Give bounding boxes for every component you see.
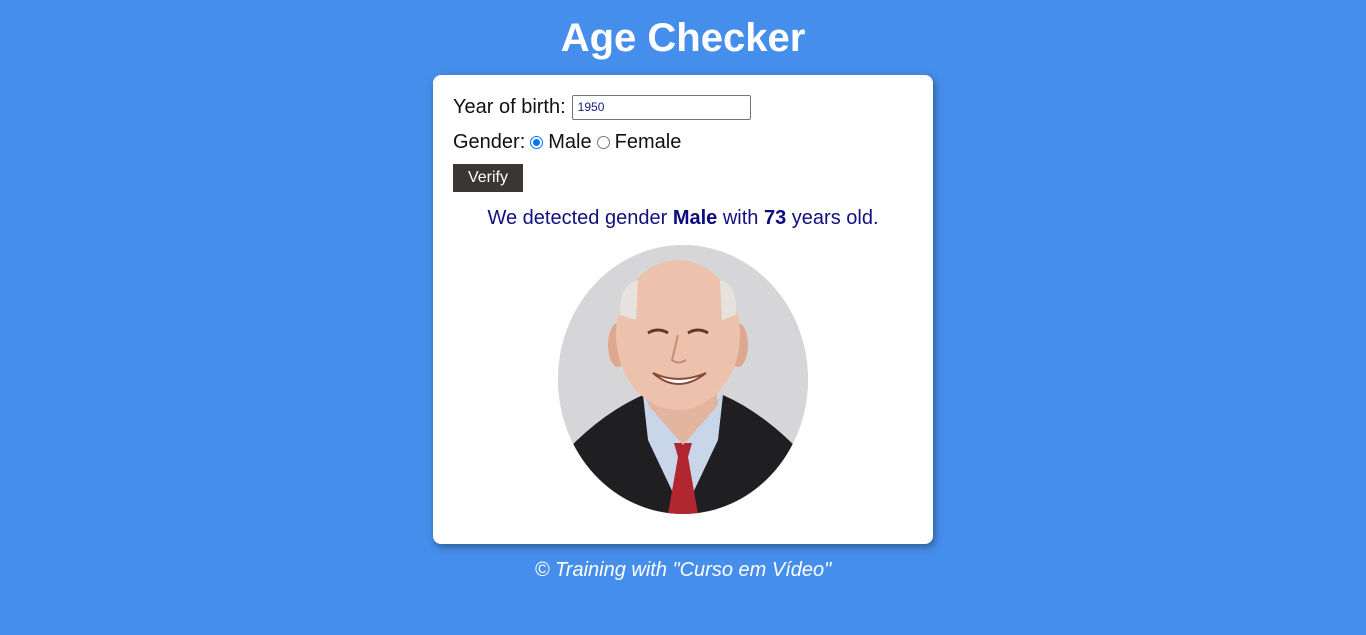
person-photo (558, 245, 808, 514)
male-radio[interactable] (530, 135, 544, 149)
year-of-birth-row: Year of birth: (453, 94, 751, 120)
result-age: 73 (763, 207, 787, 229)
result-middle: with (722, 207, 759, 229)
verify-button[interactable]: Verify (453, 164, 523, 192)
result-suffix: years old. (791, 207, 879, 229)
age-checker-card: Year of birth: Gender: Male Female Verif… (433, 75, 933, 544)
gender-row: Gender: Male Female (453, 129, 681, 155)
result-prefix: We detected gender (487, 207, 668, 229)
page-title: Age Checker (560, 16, 806, 60)
result-gender: Male (672, 207, 718, 229)
gender-label: Gender: (453, 130, 526, 153)
female-radio-label[interactable]: Female (615, 131, 682, 154)
elderly-man-portrait-image (558, 245, 808, 514)
result-message: We detected gender Male with 73 years ol… (433, 206, 933, 230)
year-of-birth-label: Year of birth: (453, 95, 566, 118)
female-radio[interactable] (596, 135, 610, 149)
year-of-birth-input[interactable] (571, 94, 751, 120)
male-radio-label[interactable]: Male (548, 131, 591, 154)
footer-credit: © Training with "Curso em Vídeo" (534, 559, 832, 581)
